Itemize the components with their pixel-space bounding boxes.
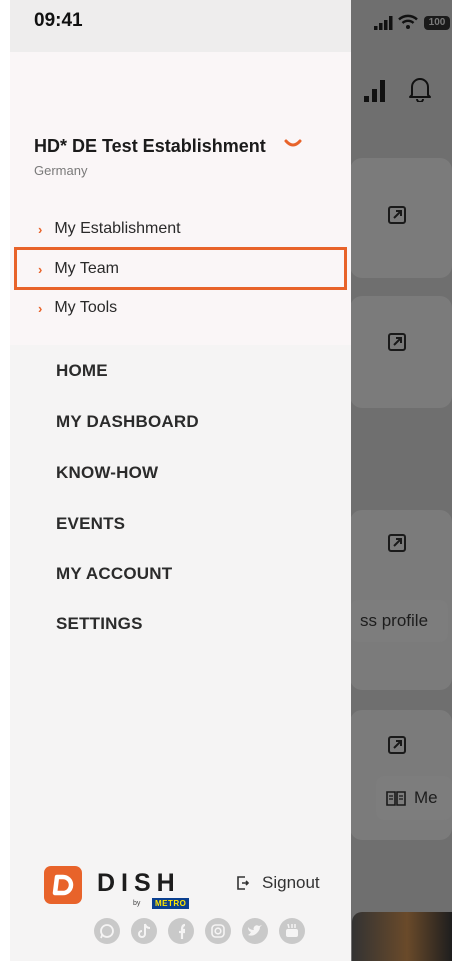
social-links xyxy=(94,918,305,944)
submenu-item-my-establishment[interactable]: › My Establishment xyxy=(38,215,181,243)
business-profile-button[interactable]: ss profile xyxy=(350,600,448,642)
brand-name: DISH xyxy=(97,869,181,897)
nav-item-events[interactable]: EVENTS xyxy=(56,514,125,534)
wifi-icon xyxy=(398,14,418,29)
status-time: 09:41 xyxy=(34,10,83,31)
status-bar: 09:41 xyxy=(10,0,351,52)
external-link-icon[interactable] xyxy=(386,734,410,758)
book-icon xyxy=(386,791,406,806)
twitter-icon[interactable] xyxy=(242,918,268,944)
menu-button[interactable]: Me xyxy=(376,776,452,820)
chevron-right-icon: › xyxy=(38,261,43,277)
signout-label: Signout xyxy=(262,873,320,892)
brand-by: by xyxy=(133,900,141,907)
battery-icon: 100 xyxy=(424,16,450,30)
screen: 100 ss profile Me 09:41 HD* DE Test Esta… xyxy=(10,0,452,961)
submenu-item-label: My Team xyxy=(54,260,119,277)
navigation-drawer: 09:41 HD* DE Test Establishment Germany … xyxy=(10,0,351,961)
background-card xyxy=(350,710,452,840)
instagram-icon[interactable] xyxy=(205,918,231,944)
nav-item-my-dashboard[interactable]: MY DASHBOARD xyxy=(56,412,199,432)
external-link-icon[interactable] xyxy=(386,204,410,228)
signout-button[interactable]: Signout xyxy=(236,873,320,893)
submenu-item-my-team[interactable]: › My Team xyxy=(38,255,119,283)
chevron-right-icon: › xyxy=(38,221,43,237)
facebook-icon[interactable] xyxy=(168,918,194,944)
submenu-item-label: My Establishment xyxy=(54,220,181,237)
submenu-item-my-tools[interactable]: › My Tools xyxy=(38,294,117,322)
metro-logo: METRO xyxy=(152,898,190,909)
nav-item-my-account[interactable]: MY ACCOUNT xyxy=(56,564,172,584)
chevron-right-icon: › xyxy=(38,300,43,316)
youtube-icon[interactable] xyxy=(279,918,305,944)
nav-item-know-how[interactable]: KNOW-HOW xyxy=(56,463,158,483)
establishment-country: Germany xyxy=(34,163,88,178)
whatsapp-icon[interactable] xyxy=(94,918,120,944)
external-link-icon[interactable] xyxy=(386,532,410,556)
submenu-item-label: My Tools xyxy=(54,299,118,316)
chart-icon[interactable] xyxy=(362,78,390,102)
nav-item-home[interactable]: HOME xyxy=(56,361,108,381)
signout-icon xyxy=(237,876,250,890)
tiktok-icon[interactable] xyxy=(131,918,157,944)
nav-item-settings[interactable]: SETTINGS xyxy=(56,614,143,634)
background-card xyxy=(350,158,452,278)
menu-button-label: Me xyxy=(414,788,438,807)
cellular-signal-icon xyxy=(374,16,393,30)
background-card xyxy=(350,296,452,408)
establishment-name[interactable]: HD* DE Test Establishment xyxy=(34,136,266,157)
background-status-icons: 100 xyxy=(352,0,452,52)
external-link-icon[interactable] xyxy=(386,331,410,355)
background-photo xyxy=(352,912,452,961)
dish-logo-icon xyxy=(44,866,82,904)
chevron-down-icon[interactable] xyxy=(284,138,302,150)
bell-icon[interactable] xyxy=(408,76,432,102)
